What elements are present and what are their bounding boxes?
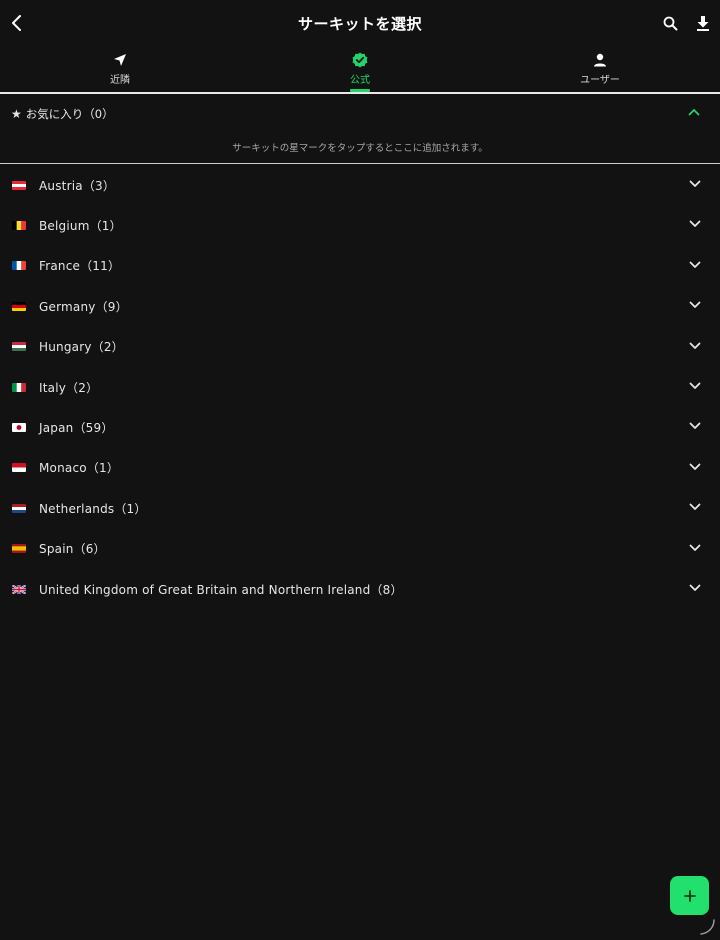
person-icon — [594, 53, 606, 67]
country-label: United Kingdom of Great Britain and Nort… — [39, 582, 403, 597]
country-row-spain[interactable]: Spain（6） — [0, 529, 720, 569]
country-list: Austria（3） Belgium（1） France（11） Germany… — [0, 165, 720, 609]
country-row-belgium[interactable]: Belgium（1） — [0, 205, 720, 245]
country-label: Austria（3） — [39, 178, 116, 193]
country-row-netherlands[interactable]: Netherlands（1） — [0, 488, 720, 528]
section-divider — [0, 163, 720, 164]
plus-icon — [683, 889, 696, 902]
country-label: Netherlands（1） — [39, 501, 147, 516]
chevron-up-icon — [688, 109, 700, 116]
chevron-down-icon — [689, 301, 701, 309]
belgium-flag-icon — [12, 221, 26, 231]
search-button[interactable] — [655, 8, 685, 38]
country-label: Monaco（1） — [39, 461, 120, 476]
chevron-down-icon — [689, 503, 701, 511]
favorites-section-header[interactable]: ★ お気に入り（0） — [0, 94, 720, 134]
monaco-flag-icon — [12, 463, 26, 473]
austria-flag-icon — [12, 180, 26, 190]
country-row-monaco[interactable]: Monaco（1） — [0, 448, 720, 488]
active-tab-indicator — [350, 89, 370, 92]
france-flag-icon — [12, 261, 26, 271]
top-app-bar: サーキットを選択 — [0, 0, 720, 46]
chevron-down-icon — [689, 544, 701, 551]
chevron-down-icon — [689, 382, 701, 389]
country-label: Italy（2） — [39, 380, 99, 395]
search-icon — [663, 16, 677, 30]
chevron-down-icon — [689, 584, 701, 591]
country-row-germany[interactable]: Germany（9） — [0, 286, 720, 326]
app-root: サーキットを選択 近隣 公式 ユーザー ★ お気に入り（0） サーキットの星マー… — [0, 0, 720, 940]
chevron-down-icon — [689, 342, 701, 349]
add-circuit-button[interactable] — [670, 876, 709, 915]
netherlands-flag-icon — [12, 503, 26, 513]
resize-handle-icon — [700, 919, 715, 935]
country-label: France（11） — [39, 259, 121, 274]
country-row-france[interactable]: France（11） — [0, 246, 720, 286]
chevron-down-icon — [689, 463, 701, 470]
country-row-japan[interactable]: Japan（59） — [0, 407, 720, 447]
chevron-down-icon — [689, 180, 701, 187]
chevron-down-icon — [689, 422, 701, 430]
country-label: Hungary（2） — [39, 340, 124, 355]
tab-label: 近隣 — [110, 75, 130, 86]
verified-badge-icon — [352, 52, 368, 68]
country-row-hungary[interactable]: Hungary（2） — [0, 327, 720, 367]
country-row-austria[interactable]: Austria（3） — [0, 165, 720, 205]
country-label: Japan（59） — [39, 421, 114, 436]
uk-flag-icon — [12, 584, 26, 594]
chevron-down-icon — [689, 220, 701, 228]
country-label: Spain（6） — [39, 542, 106, 557]
tab-label: ユーザー — [580, 75, 620, 86]
chevron-down-icon — [689, 261, 701, 268]
italy-flag-icon — [12, 382, 26, 392]
country-row-united-kingdom[interactable]: United Kingdom of Great Britain and Nort… — [0, 569, 720, 609]
country-row-italy[interactable]: Italy（2） — [0, 367, 720, 407]
tab-bar: 近隣 公式 ユーザー — [0, 46, 720, 94]
country-label: Belgium（1） — [39, 219, 122, 234]
download-icon — [697, 15, 709, 31]
country-label: Germany（9） — [39, 299, 128, 314]
hungary-flag-icon — [12, 342, 26, 352]
download-button[interactable] — [688, 8, 718, 38]
page-title: サーキットを選択 — [297, 14, 422, 33]
tab-label: 公式 — [350, 75, 370, 86]
spain-flag-icon — [12, 544, 26, 554]
tab-nearby[interactable]: 近隣 — [0, 46, 240, 92]
back-button[interactable] — [2, 8, 32, 38]
navigation-arrow-icon — [114, 54, 126, 66]
japan-flag-icon — [12, 423, 26, 433]
germany-flag-icon — [12, 301, 26, 311]
star-icon: ★ — [11, 107, 22, 121]
tab-user[interactable]: ユーザー — [480, 46, 720, 92]
chevron-left-icon — [12, 15, 21, 31]
favorites-label: お気に入り（0） — [25, 107, 114, 121]
favorites-hint: サーキットの星マークをタップするとここに追加されます。 — [232, 143, 488, 154]
tab-official[interactable]: 公式 — [240, 46, 480, 92]
